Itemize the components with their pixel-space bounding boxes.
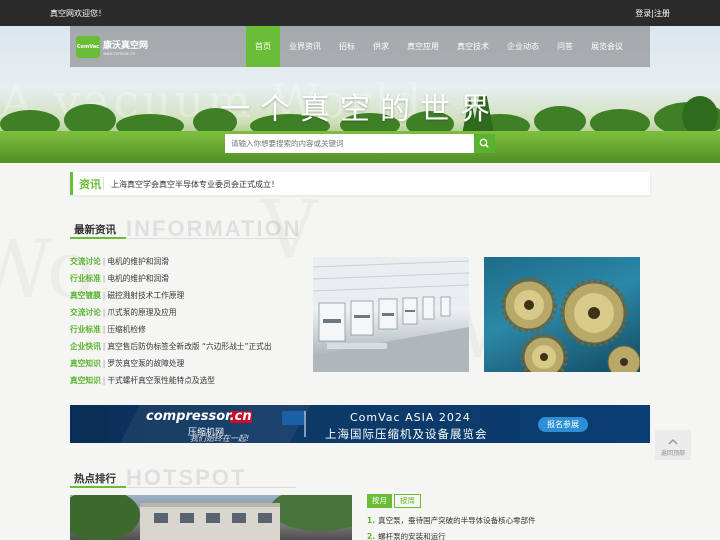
hotspot-list: 1. 真空泵，蚕待国产突破的半导体设备核心零部件 2. 螺杆泵的安装和运行	[367, 515, 650, 540]
news-headline[interactable]: 上海真空学会真空半导体专业委员会正式成立！	[111, 179, 279, 190]
banner-brand: compressor.cn	[146, 409, 252, 424]
logo-name: 康沃真空网	[103, 41, 149, 51]
latest-news-list: 交流讨论 | 电机的维护和润滑 行业标准 | 电机的维护和润滑 真空镀膜 | 磁控溅射技术工…	[70, 256, 305, 392]
news-ticker: 资讯 上海真空学会真空半导体专业委员会正式成立！	[70, 172, 650, 195]
auth-links: 登录|注册	[635, 8, 670, 19]
expo-subtitle: 上海国际压缩机及设备展览会	[325, 427, 488, 441]
list-item[interactable]: 真空知识 | 干式螺杆真空泵性能特点及选型	[70, 375, 305, 392]
rank-number: 1.	[367, 516, 376, 525]
list-item[interactable]: 1. 真空泵，蚕待国产突破的半导体设备核心零部件	[367, 515, 650, 531]
factory-photo[interactable]	[313, 257, 469, 372]
item-category[interactable]: 行业标准	[70, 274, 101, 283]
list-item[interactable]: 企业快讯 | 真空售后防伪标签全新改版 “六边形战士”正式出	[70, 341, 305, 358]
back-to-top-label: 返回顶部	[660, 450, 685, 457]
list-item[interactable]: 真空镀膜 | 磁控溅射技术工作原理	[70, 290, 305, 307]
search-button[interactable]	[474, 134, 495, 153]
nav-item-qa[interactable]: 问答	[548, 26, 582, 67]
logo-mark: ComVac	[76, 36, 100, 58]
gears-photo[interactable]	[484, 257, 640, 372]
item-category[interactable]: 真空知识	[70, 376, 101, 385]
list-item[interactable]: 交流讨论 | 电机的维护和润滑	[70, 256, 305, 273]
list-item[interactable]: 交流讨论 | 爪式泵的原理及应用	[70, 307, 305, 324]
nav-item-vacuum-applications[interactable]: 真空应用	[398, 26, 448, 67]
item-category[interactable]: 企业快讯	[70, 342, 101, 351]
banner-slogan: 我们始终在一起!	[190, 434, 250, 443]
signup-button[interactable]: 报名参展	[538, 417, 588, 432]
hero-slogan: 一个真空的世界	[220, 92, 500, 127]
list-item[interactable]: 行业标准 | 压缩机检修	[70, 324, 305, 341]
search-input[interactable]	[225, 134, 474, 153]
site-logo[interactable]: ComVac 康沃真空网 www.comvac.cn	[76, 36, 148, 58]
nav-item-company-news[interactable]: 企业动态	[498, 26, 548, 67]
news-tag: 资讯	[79, 178, 101, 191]
login-link[interactable]: 登录	[635, 9, 651, 18]
item-title[interactable]: 磁控溅射技术工作原理	[107, 291, 184, 300]
hotspot-photo[interactable]	[70, 495, 352, 540]
item-title[interactable]: 罗茨真空泵的故障处理	[107, 359, 184, 368]
logo-domain: www.comvac.cn	[103, 51, 136, 56]
top-bar: 真空网欢迎您！ 登录|注册	[0, 0, 720, 26]
hotspot-tabs: 按月 按周	[367, 494, 421, 508]
expo-title: ComVac ASIA 2024	[350, 411, 471, 424]
back-to-top-button[interactable]: 返回顶部	[655, 430, 691, 460]
main-nav: 首页 业界资讯 招标 供求 真空应用 真空技术 企业动态 问答 展览会议	[246, 26, 632, 67]
item-category[interactable]: 行业标准	[70, 325, 101, 334]
register-link[interactable]: 注册	[654, 9, 670, 18]
item-title[interactable]: 电机的维护和润滑	[107, 257, 169, 266]
latest-section-title: INFORMATION 最新资讯	[70, 216, 300, 241]
nav-item-home[interactable]: 首页	[246, 26, 280, 67]
nav-item-exhibitions[interactable]: 展览会议	[582, 26, 632, 67]
list-item[interactable]: 真空知识 | 罗茨真空泵的故障处理	[70, 358, 305, 375]
section-title-cn: 热点排行	[74, 473, 116, 485]
search-icon	[479, 138, 489, 148]
item-title[interactable]: 螺杆泵的安装和运行	[378, 532, 446, 540]
item-title[interactable]: 压缩机检修	[107, 325, 145, 334]
item-title[interactable]: 真空售后防伪标签全新改版 “六边形战士”正式出	[107, 342, 271, 351]
tab-monthly[interactable]: 按月	[367, 494, 392, 508]
item-title[interactable]: 真空泵，蚕待国产突破的半导体设备核心零部件	[378, 516, 536, 525]
item-category[interactable]: 交流讨论	[70, 308, 101, 317]
item-title[interactable]: 电机的维护和润滑	[107, 274, 169, 283]
item-category[interactable]: 真空知识	[70, 359, 101, 368]
nav-item-industry-news[interactable]: 业界资讯	[280, 26, 330, 67]
rank-number: 2.	[367, 532, 376, 540]
item-title[interactable]: 干式螺杆真空泵性能特点及选型	[107, 376, 215, 385]
list-item[interactable]: 行业标准 | 电机的维护和润滑	[70, 273, 305, 290]
hotspot-section-title: HOTSPOT 热点排行	[70, 465, 296, 490]
list-item[interactable]: 2. 螺杆泵的安装和运行	[367, 531, 650, 540]
main-header: ComVac 康沃真空网 www.comvac.cn 首页 业界资讯 招标 供求…	[70, 26, 650, 67]
expo-ad-banner[interactable]: compressor.cn 压缩机网 我们始终在一起! ComVac ASIA …	[70, 405, 650, 443]
item-category[interactable]: 交流讨论	[70, 257, 101, 266]
section-title-cn: 最新资讯	[74, 224, 116, 236]
nav-item-supply-demand[interactable]: 供求	[364, 26, 398, 67]
item-title[interactable]: 爪式泵的原理及应用	[107, 308, 176, 317]
welcome-text: 真空网欢迎您！	[50, 9, 106, 18]
search-box	[225, 134, 495, 153]
item-category[interactable]: 真空镀膜	[70, 291, 101, 300]
tab-weekly[interactable]: 按周	[394, 494, 421, 508]
nav-item-vacuum-technology[interactable]: 真空技术	[448, 26, 498, 67]
nav-item-tenders[interactable]: 招标	[330, 26, 364, 67]
